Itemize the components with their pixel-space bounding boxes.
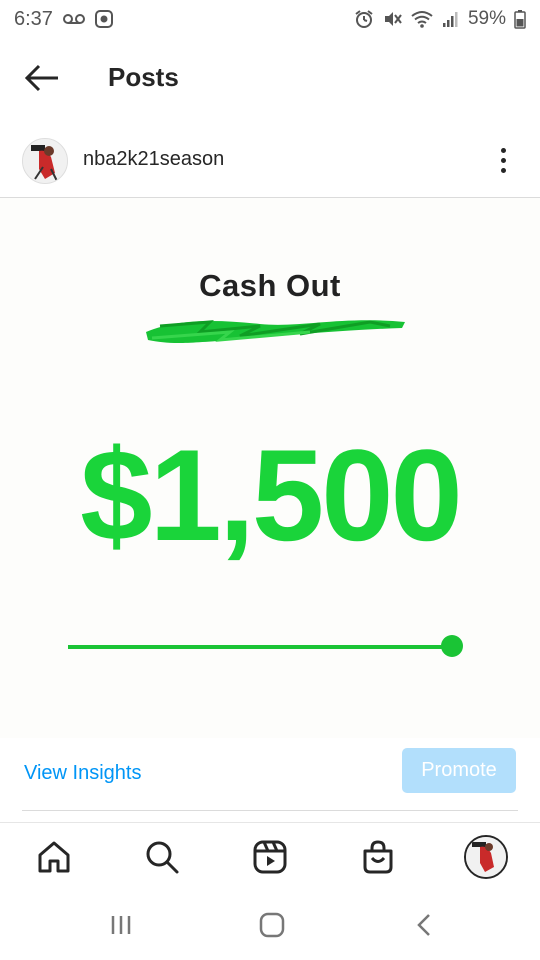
back-system-button[interactable] bbox=[404, 910, 444, 940]
page-title: Posts bbox=[108, 62, 179, 92]
more-options-button[interactable] bbox=[490, 142, 516, 178]
nav-search[interactable] bbox=[139, 834, 185, 880]
post-username[interactable]: nba2k21season bbox=[83, 148, 224, 171]
home-button-icon bbox=[259, 912, 285, 938]
divider bbox=[22, 810, 518, 811]
view-insights-link[interactable]: View Insights bbox=[24, 762, 141, 785]
voicemail-icon bbox=[62, 12, 85, 26]
signal-icon bbox=[442, 10, 460, 28]
nav-profile[interactable] bbox=[463, 834, 509, 880]
mute-icon bbox=[382, 9, 402, 29]
system-nav bbox=[0, 900, 540, 950]
promote-button[interactable]: Promote bbox=[402, 748, 516, 793]
status-time: 6:37 bbox=[14, 7, 53, 30]
screenshot-icon bbox=[94, 10, 113, 28]
back-icon bbox=[417, 914, 430, 936]
scribble-redaction bbox=[146, 320, 405, 343]
nav-reels[interactable] bbox=[247, 834, 293, 880]
cash-amount: $1,500 bbox=[80, 422, 463, 568]
avatar[interactable] bbox=[22, 138, 68, 184]
battery-icon bbox=[514, 9, 526, 29]
wifi-icon bbox=[410, 9, 434, 29]
back-button[interactable] bbox=[22, 60, 62, 96]
battery-percent: 59% bbox=[467, 8, 506, 29]
home-system-button[interactable] bbox=[252, 910, 292, 940]
slider-thumb bbox=[441, 635, 463, 657]
nav-home[interactable] bbox=[31, 834, 77, 880]
alarm-icon bbox=[354, 9, 374, 29]
search-icon bbox=[146, 841, 179, 874]
status-bar: 6:37 59% bbox=[0, 0, 540, 38]
shop-icon bbox=[363, 840, 393, 874]
profile-avatar bbox=[464, 835, 508, 879]
image-heading: Cash Out bbox=[199, 268, 341, 303]
home-icon bbox=[38, 841, 70, 873]
bottom-nav bbox=[0, 828, 540, 888]
divider bbox=[0, 822, 540, 823]
reels-icon bbox=[253, 840, 287, 874]
recent-apps-icon bbox=[111, 916, 131, 934]
arrow-left-icon bbox=[24, 64, 58, 92]
post-header: nba2k21season bbox=[0, 130, 540, 190]
progress-slider bbox=[68, 635, 463, 657]
more-vertical-icon bbox=[500, 147, 506, 153]
nav-shop[interactable] bbox=[355, 834, 401, 880]
recent-apps-button[interactable] bbox=[101, 910, 141, 940]
app-header: Posts bbox=[0, 48, 540, 108]
